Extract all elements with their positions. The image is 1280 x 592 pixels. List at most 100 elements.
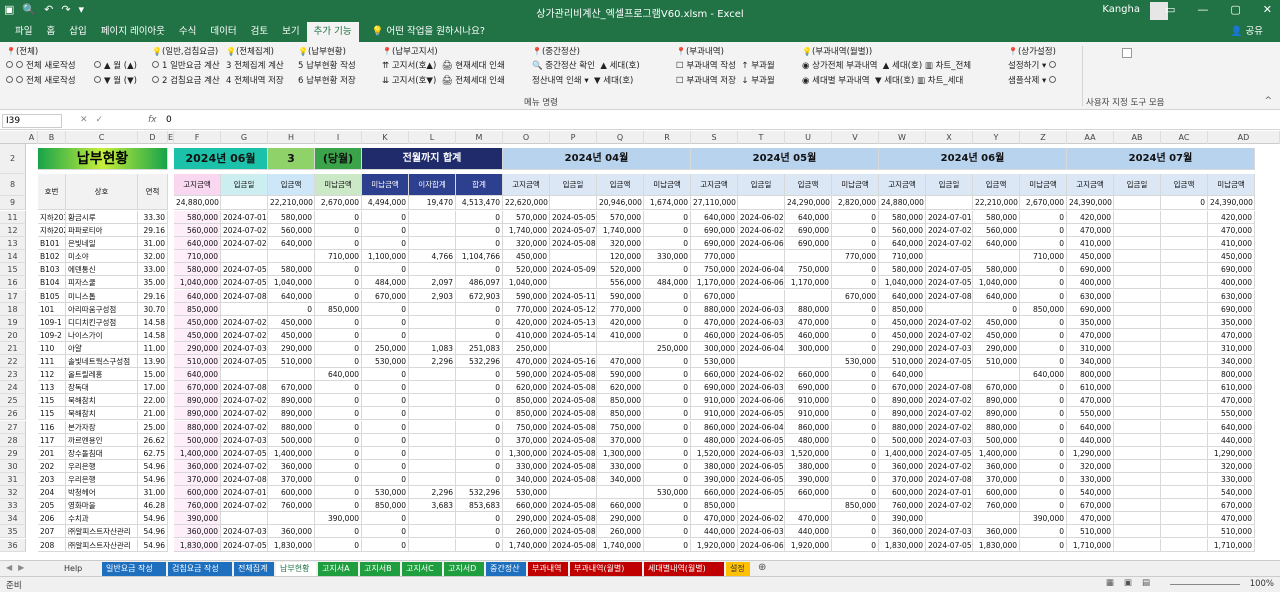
data-cell-h[interactable]: 560,000 [268,224,315,237]
row-header[interactable]: 23 [0,368,26,381]
data-cell-u[interactable]: 460,000 [785,329,832,342]
formula-input[interactable]: 0 [166,115,172,125]
data-cell-p[interactable]: 2024-05-08 [550,539,597,552]
data-cell-ac[interactable] [1161,394,1208,407]
data-cell-s[interactable]: 750,000 [691,263,738,276]
sheet-tab[interactable]: Help [60,562,100,576]
data-cell-f[interactable]: 360,000 [174,525,221,538]
data-cell-ab[interactable] [1114,447,1161,460]
sheet-tab[interactable]: 검침요금 작성 [168,562,232,576]
new-all-button[interactable]: 전체 새로작성 [6,59,76,74]
data-cell-x[interactable]: 2024-07-03 [926,342,973,355]
row-header[interactable]: 15 [0,263,26,276]
unit-number[interactable]: 112 [38,368,66,381]
area-value[interactable]: 54.96 [138,460,168,473]
data-cell-x[interactable]: 2024-07-02 [926,316,973,329]
data-cell-k[interactable]: 0 [362,512,409,525]
data-cell-r[interactable]: 0 [644,460,691,473]
data-cell-x[interactable]: 2024-07-02 [926,421,973,434]
data-cell-p[interactable]: 2024-05-12 [550,303,597,316]
data-cell-q[interactable]: 850,000 [597,394,644,407]
unit-down-button[interactable]: ▼ 세대(호) [594,76,633,86]
data-cell-w[interactable]: 360,000 [879,460,926,473]
ribbon-display-icon[interactable]: ▭ [1165,3,1175,16]
data-cell-r[interactable]: 0 [644,539,691,552]
data-cell-y[interactable]: 1,830,000 [973,539,1020,552]
data-cell-m[interactable]: 0 [456,394,503,407]
data-cell-ab[interactable] [1114,290,1161,303]
data-cell-s[interactable]: 390,000 [691,473,738,486]
data-cell-h[interactable]: 450,000 [268,316,315,329]
data-cell-l[interactable] [409,539,456,552]
unit-number[interactable]: 101 [38,303,66,316]
data-cell-m[interactable]: 0 [456,316,503,329]
total-l[interactable]: 19,470 [409,196,456,210]
tenant-name[interactable]: 본가자장 [66,421,138,434]
area-value[interactable]: 14.58 [138,316,168,329]
data-cell-x[interactable] [926,303,973,316]
area-value[interactable]: 31.00 [138,237,168,250]
data-cell-x[interactable]: 2024-07-02 [926,237,973,250]
interim-print-button[interactable]: 정산내역 인쇄 ▾ [532,76,589,86]
data-cell-p[interactable]: 2024-05-08 [550,237,597,250]
data-cell-m[interactable]: 853,683 [456,499,503,512]
sheet-tab[interactable]: 고지서B [360,562,400,576]
data-cell-k[interactable]: 0 [362,237,409,250]
row-header[interactable]: 25 [0,394,26,407]
data-cell-t[interactable]: 2024-06-02 [738,368,785,381]
data-cell-m[interactable]: 0 [456,224,503,237]
data-cell-h[interactable]: 880,000 [268,421,315,434]
data-cell-u[interactable] [785,499,832,512]
data-cell-t[interactable]: 2024-06-06 [738,539,785,552]
data-cell-r[interactable]: 484,000 [644,276,691,289]
data-cell-m[interactable]: 0 [456,447,503,460]
charges-save-button[interactable]: ☐ 부과내역 저장 [676,76,736,86]
data-cell-q[interactable]: 260,000 [597,525,644,538]
data-cell-s[interactable]: 530,000 [691,355,738,368]
total-save-button[interactable]: 4 전체내역 저장 [226,74,284,89]
data-cell-r[interactable]: 330,000 [644,250,691,263]
unit-number[interactable]: 201 [38,447,66,460]
sheet-tab[interactable]: 고지서C [402,562,442,576]
total-ab[interactable] [1114,196,1161,210]
total-w[interactable]: 24,880,000 [879,196,926,210]
row-header[interactable]: 29 [0,447,26,460]
sheet-tab[interactable]: 부과내역(월별) [570,562,642,576]
data-cell-p[interactable]: 2024-05-08 [550,499,597,512]
data-cell-l[interactable]: 4,766 [409,250,456,263]
data-cell-t[interactable]: 2024-06-02 [738,512,785,525]
data-cell-aa[interactable]: 420,000 [1067,211,1114,224]
data-cell-r[interactable]: 0 [644,329,691,342]
data-cell-ad[interactable]: 310,000 [1208,342,1255,355]
data-cell-v[interactable]: 850,000 [832,499,879,512]
data-cell-g[interactable]: 2024-07-08 [221,473,268,486]
data-cell-z[interactable]: 0 [1020,525,1067,538]
data-cell-h[interactable]: 450,000 [268,329,315,342]
data-cell-y[interactable]: 360,000 [973,460,1020,473]
data-cell-z[interactable]: 0 [1020,237,1067,250]
total-m[interactable]: 4,513,470 [456,196,503,210]
data-cell-y[interactable]: 360,000 [973,525,1020,538]
data-cell-ac[interactable] [1161,460,1208,473]
data-cell-ad[interactable]: 330,000 [1208,473,1255,486]
data-cell-h[interactable]: 360,000 [268,460,315,473]
data-cell-k[interactable]: 850,000 [362,499,409,512]
unit-number[interactable]: 117 [38,434,66,447]
unit-number[interactable]: 지하202 [38,224,66,237]
data-cell-f[interactable]: 710,000 [174,250,221,263]
data-cell-i[interactable]: 0 [315,460,362,473]
data-cell-ac[interactable] [1161,512,1208,525]
data-cell-o[interactable]: 470,000 [503,355,550,368]
data-cell-z[interactable]: 0 [1020,316,1067,329]
area-value[interactable]: 54.96 [138,473,168,486]
data-cell-u[interactable] [785,250,832,263]
sheet-tab[interactable]: 고지서A [318,562,358,576]
data-cell-f[interactable]: 1,830,000 [174,539,221,552]
data-cell-x[interactable] [926,368,973,381]
data-cell-p[interactable]: 2024-05-08 [550,512,597,525]
data-cell-ad[interactable]: 1,290,000 [1208,447,1255,460]
data-cell-aa[interactable]: 550,000 [1067,407,1114,420]
data-cell-l[interactable] [409,381,456,394]
data-cell-h[interactable]: 290,000 [268,342,315,355]
row-header[interactable]: 9 [0,196,26,210]
